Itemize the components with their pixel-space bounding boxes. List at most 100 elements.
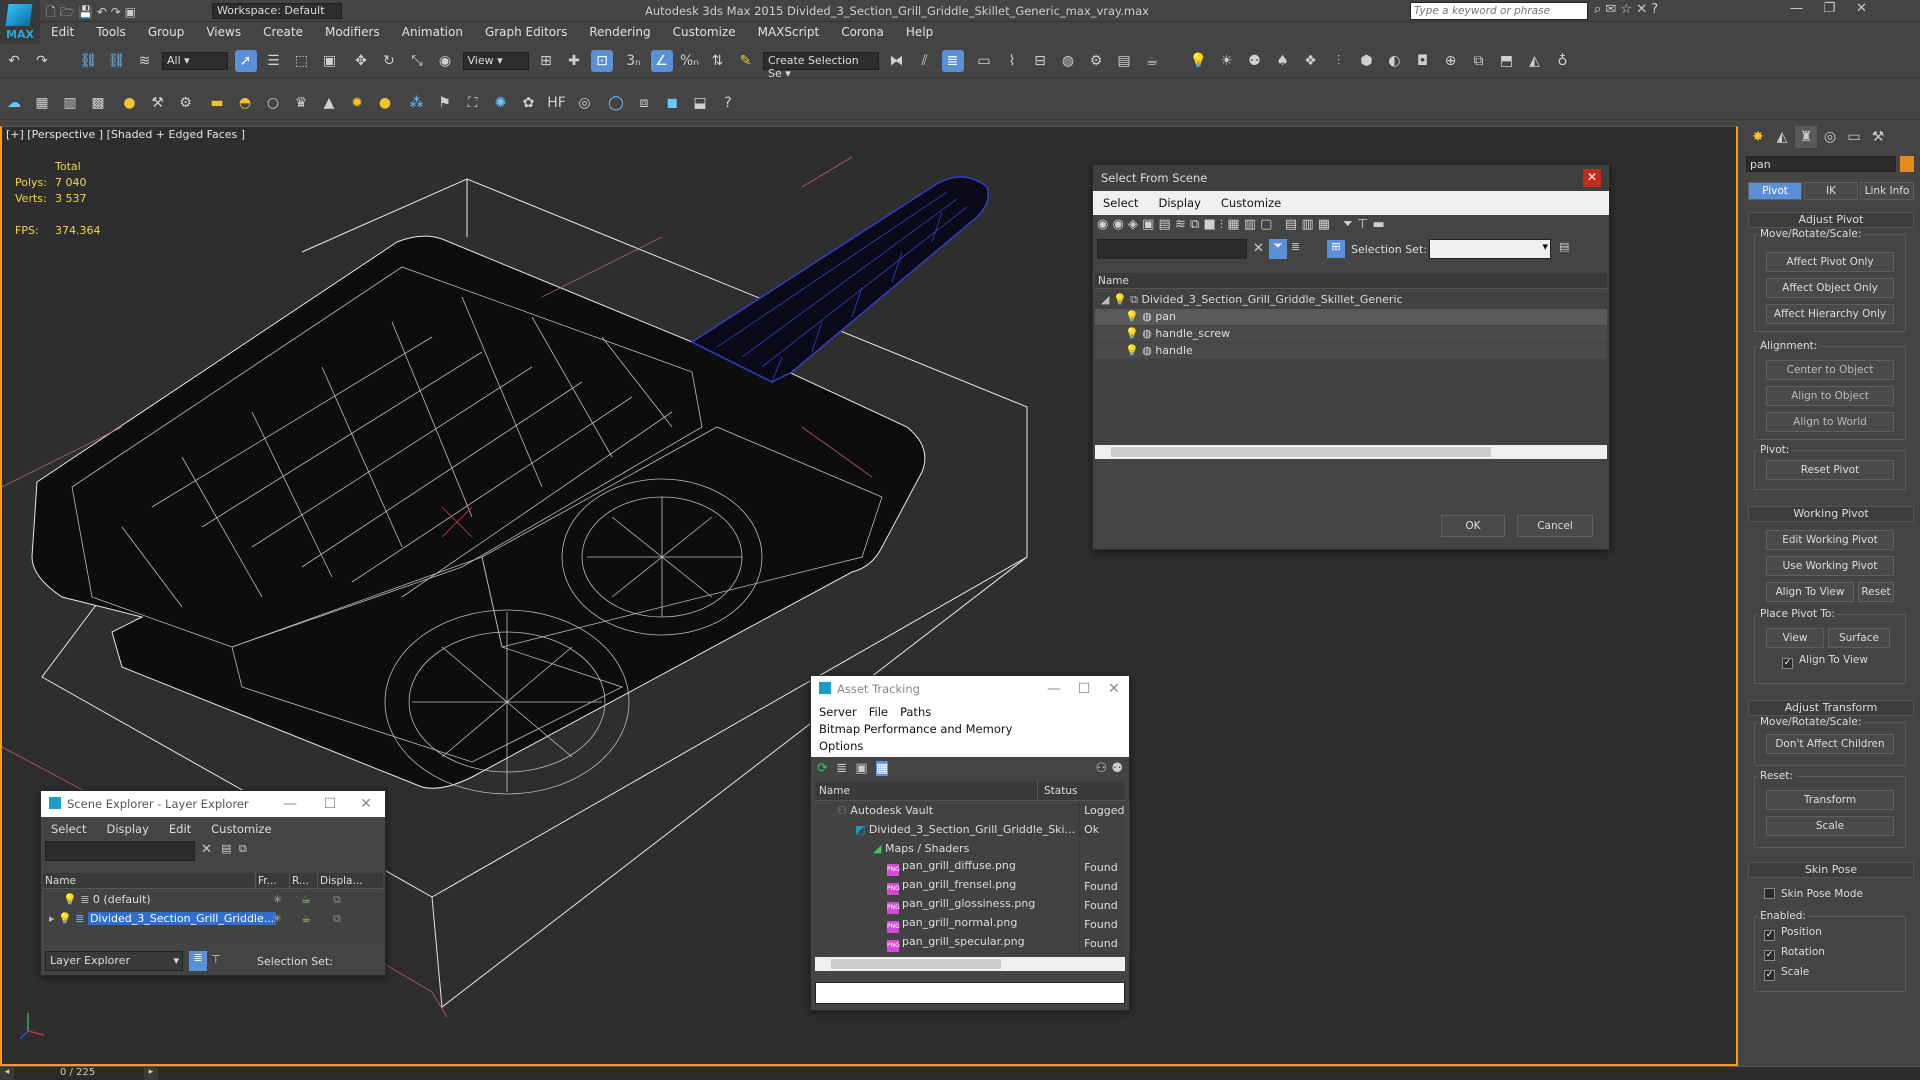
tab-link-info[interactable]: Link Info bbox=[1860, 182, 1914, 200]
quick-access-toolbar[interactable]: 🗋 🗁 💾 ↶ ↷ ▣ bbox=[46, 3, 136, 24]
at-col-status[interactable]: Status bbox=[1037, 781, 1077, 801]
close-icon[interactable]: ✕ bbox=[1099, 676, 1129, 702]
at-help-icons[interactable]: ⚇ ⚉ bbox=[1096, 761, 1123, 776]
vray-frame-buffer-icon[interactable]: ▦ bbox=[31, 92, 53, 114]
sfs-selection-set-dropdown[interactable]: ▾ bbox=[1429, 239, 1551, 259]
menu-group[interactable]: Group bbox=[137, 22, 196, 42]
at-row[interactable]: PNG pan_grill_frensel.png Found bbox=[815, 877, 1130, 896]
se-col-frozen[interactable]: Fr... bbox=[255, 873, 277, 889]
align-to-world-button[interactable]: Align to World bbox=[1766, 412, 1894, 432]
se-layer-mode-icon[interactable]: ≣ bbox=[189, 951, 207, 971]
select-from-scene-titlebar[interactable]: Select From Scene ✕ bbox=[1093, 165, 1609, 191]
corona-vfb-icon[interactable]: ◘ bbox=[1412, 50, 1434, 72]
minimize-icon[interactable]: — bbox=[275, 791, 305, 817]
filter-funnel-icon[interactable]: ⏷ bbox=[1342, 217, 1352, 232]
edit-working-pivot-button[interactable]: Edit Working Pivot bbox=[1766, 530, 1894, 550]
filter-helpers-icon[interactable]: ▤ bbox=[1159, 217, 1171, 232]
time-slider-next-icon[interactable]: ▸ bbox=[144, 1067, 158, 1080]
corona-decal-icon[interactable]: ⬢ bbox=[1356, 50, 1378, 72]
window-crossing-icon[interactable]: ▣ bbox=[319, 50, 341, 72]
find-case-icon[interactable]: ⏷ bbox=[1269, 239, 1287, 259]
render-setup-icon[interactable]: ⚙ bbox=[1085, 50, 1107, 72]
filter-geometry-icon[interactable]: ◉ bbox=[1097, 217, 1108, 232]
spinner-snap-icon[interactable]: ⇅ bbox=[707, 50, 729, 72]
at-row[interactable]: PNG pan_grill_diffuse.png Found bbox=[815, 858, 1130, 877]
at-row[interactable]: PNG pan_grill_glossiness.png Found bbox=[815, 896, 1130, 915]
filter-frozen-icon[interactable]: ▥ bbox=[1244, 217, 1256, 232]
sfs-search-input[interactable] bbox=[1097, 239, 1247, 259]
filter-shapes-icon[interactable]: ◉ bbox=[1112, 217, 1123, 232]
rotate-icon[interactable]: ↻ bbox=[378, 50, 400, 72]
menu-views[interactable]: Views bbox=[195, 22, 252, 42]
at-row[interactable]: ◩ Divided_3_Section_Grill_Griddle_Ski...… bbox=[815, 820, 1130, 839]
mirror-icon[interactable]: ⧓ bbox=[886, 50, 908, 72]
rollout-adjust-transform[interactable]: Adjust Transform bbox=[1748, 700, 1914, 716]
corona-info-icon[interactable]: ♁ bbox=[1552, 50, 1574, 72]
maximize-icon[interactable]: ☐ bbox=[315, 791, 345, 817]
se-explorer-dropdown[interactable]: Layer Explorer ▾ bbox=[45, 951, 183, 971]
vray-material-converter-icon[interactable]: ⚒ bbox=[147, 92, 169, 114]
app-logo[interactable]: MAX bbox=[0, 0, 40, 44]
at-hscrollbar[interactable] bbox=[815, 957, 1125, 971]
reset-transform-button[interactable]: Transform bbox=[1766, 790, 1894, 810]
corona-light-icon[interactable]: 💡 bbox=[1188, 50, 1210, 72]
snaps-toggle-icon[interactable]: 3ₙ bbox=[623, 50, 645, 72]
render-production-icon[interactable]: ☕ bbox=[1141, 50, 1163, 72]
bind-space-warp-icon[interactable]: ≋ bbox=[134, 50, 156, 72]
vray-decal-icon[interactable]: ◎ bbox=[574, 92, 596, 114]
menu-rendering[interactable]: Rendering bbox=[578, 22, 661, 42]
rect-selection-icon[interactable]: ⬚ bbox=[291, 50, 313, 72]
affect-hierarchy-only-button[interactable]: Affect Hierarchy Only bbox=[1766, 304, 1894, 324]
workspace-dropdown[interactable]: Workspace: Default bbox=[212, 3, 342, 19]
vray-dome-light-icon[interactable]: ◓ bbox=[234, 92, 256, 114]
align-to-object-button[interactable]: Align to Object bbox=[1766, 386, 1894, 406]
se-new-layer-icon[interactable]: ▤ bbox=[221, 842, 231, 855]
edit-named-selection-icon[interactable]: ✎ bbox=[735, 50, 757, 72]
tab-pivot[interactable]: Pivot bbox=[1748, 182, 1802, 200]
se-menu-edit[interactable]: Edit bbox=[159, 819, 201, 839]
select-manipulate-icon[interactable]: ✚ bbox=[563, 50, 585, 72]
display-tab-icon[interactable]: ▭ bbox=[1843, 126, 1865, 148]
sfs-item-handle[interactable]: 💡 ◍ handle bbox=[1095, 343, 1607, 359]
display-none-icon[interactable]: ▥ bbox=[1301, 217, 1313, 232]
reset-working-pivot-button[interactable]: Reset bbox=[1858, 582, 1894, 602]
object-name-field[interactable] bbox=[1746, 156, 1896, 172]
affect-pivot-only-button[interactable]: Affect Pivot Only bbox=[1766, 252, 1894, 272]
at-col-name[interactable]: Name bbox=[819, 781, 850, 801]
vray-toolbar-icon[interactable]: ☁ bbox=[3, 92, 25, 114]
at-menu-bitmap-performance[interactable]: Bitmap Performance and Memory bbox=[813, 721, 1018, 738]
filter-containers-icon[interactable]: ▦ bbox=[1227, 217, 1239, 232]
se-layer-skillet[interactable]: ▸ 💡 ≣ Divided_3_Section_Grill_Griddle...… bbox=[43, 911, 383, 927]
asset-tracking-titlebar[interactable]: Asset Tracking — ☐ ✕ bbox=[811, 676, 1129, 702]
collapse-icon[interactable]: ▬ bbox=[1372, 217, 1384, 232]
reset-pivot-button[interactable]: Reset Pivot bbox=[1766, 460, 1894, 480]
utilities-tab-icon[interactable]: ⚒ bbox=[1867, 126, 1889, 148]
corona-material-icon[interactable]: ⬒ bbox=[1496, 50, 1518, 72]
se-col-name[interactable]: Name bbox=[45, 873, 76, 889]
minimize-icon[interactable]: — bbox=[1039, 676, 1069, 702]
filter-bones-icon[interactable]: ⫶ bbox=[1220, 217, 1223, 232]
sfs-item-pan[interactable]: 💡 ◍ pan bbox=[1095, 309, 1607, 325]
hierarchy-icon[interactable]: ⊤ bbox=[1357, 217, 1368, 232]
redo-icon[interactable]: ↷ bbox=[31, 50, 53, 72]
place-icon[interactable]: ◉ bbox=[434, 50, 456, 72]
filter-spacewarps-icon[interactable]: ≋ bbox=[1175, 217, 1186, 232]
rollout-working-pivot[interactable]: Working Pivot bbox=[1748, 506, 1914, 522]
se-col-display[interactable]: Displa... bbox=[317, 873, 363, 889]
affect-object-only-button[interactable]: Affect Object Only bbox=[1766, 278, 1894, 298]
object-color-swatch[interactable] bbox=[1900, 156, 1914, 172]
vray-vrscene-icon[interactable]: ▩ bbox=[87, 92, 109, 114]
corona-camera-icon[interactable]: ⚉ bbox=[1244, 50, 1266, 72]
vray-sun-icon[interactable]: ✹ bbox=[346, 92, 368, 114]
align-to-view-checkbox[interactable]: ✓ Align To View bbox=[1782, 654, 1868, 669]
filter-lights-icon[interactable]: ◈ bbox=[1128, 217, 1138, 232]
align-icon[interactable]: ⫽ bbox=[914, 50, 936, 72]
at-row[interactable]: PNG pan_grill_specular.png Found bbox=[815, 934, 1130, 953]
sfs-item-handle-screw[interactable]: 💡 ◍ handle_screw bbox=[1095, 326, 1607, 342]
at-menu-file[interactable]: File bbox=[863, 704, 894, 721]
at-menu-options[interactable]: Options bbox=[813, 738, 869, 755]
corona-proxy-icon[interactable]: ♠ bbox=[1272, 50, 1294, 72]
vray-plane-light-icon[interactable]: ▬ bbox=[206, 92, 228, 114]
sfs-layers-icon[interactable]: ≣ bbox=[1291, 240, 1300, 253]
vray-mesh-export-icon[interactable]: ▥ bbox=[59, 92, 81, 114]
